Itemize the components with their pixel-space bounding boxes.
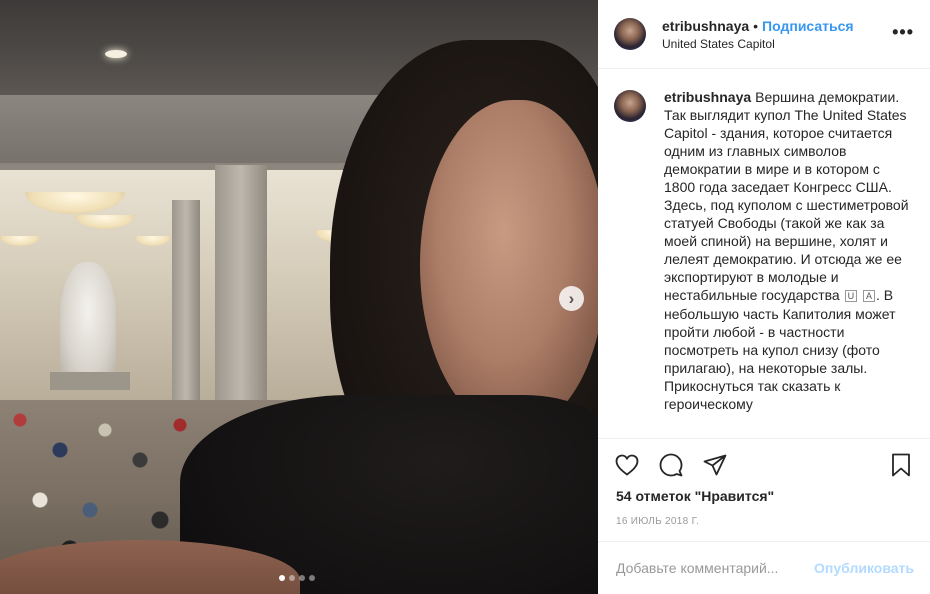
action-bar <box>598 438 930 490</box>
carousel-dot <box>289 575 295 581</box>
publish-button[interactable]: Опубликовать <box>814 560 914 576</box>
carousel-dot <box>279 575 285 581</box>
post-header: etribushnaya • Подписаться United States C… <box>598 0 930 69</box>
chevron-right-icon: › <box>568 289 575 308</box>
username-link[interactable]: etribushnaya <box>662 18 749 34</box>
photo-ceiling-light <box>105 50 127 58</box>
heart-icon <box>615 454 639 476</box>
caption-username[interactable]: etribushnaya <box>664 89 751 105</box>
likes-count[interactable]: 54 отметок "Нравится" <box>616 488 774 504</box>
post-photo[interactable]: › <box>0 0 598 594</box>
photo-face <box>420 100 598 430</box>
carousel-dot <box>309 575 315 581</box>
comment-form: Опубликовать <box>598 541 930 594</box>
caption-body: . В небольшую часть Капитолия может прой… <box>664 287 896 412</box>
next-photo-button[interactable]: › <box>559 286 584 311</box>
more-options-icon[interactable]: ••• <box>892 22 914 43</box>
post-side-panel: etribushnaya • Подписаться United States C… <box>598 0 930 594</box>
photo-pillar <box>215 165 267 425</box>
carousel-dots <box>279 575 315 581</box>
comment-input[interactable] <box>616 560 815 576</box>
share-button[interactable] <box>702 452 728 478</box>
follow-button[interactable]: Подписаться <box>762 18 854 34</box>
caption-body: Вершина демократии. Так выглядит купол T… <box>664 89 909 303</box>
caption-text: etribushnaya Вершина демократии. Так выгл… <box>664 88 914 413</box>
caption-row: etribushnaya Вершина демократии. Так выгл… <box>614 88 914 413</box>
header-text: etribushnaya • Подписаться United States C… <box>662 17 854 52</box>
like-button[interactable] <box>614 452 640 478</box>
bookmark-icon <box>892 453 910 476</box>
separator-dot: • <box>753 17 759 34</box>
save-button[interactable] <box>888 452 914 478</box>
post-date[interactable]: 16 июль 2018 г. <box>616 516 699 527</box>
carousel-dot <box>299 575 305 581</box>
photo-statue <box>60 262 116 382</box>
share-icon <box>703 454 727 475</box>
flag-letter: U <box>844 290 858 302</box>
flag-letter: A <box>862 290 875 302</box>
caption-area[interactable]: etribushnaya Вершина демократии. Так выгл… <box>598 70 930 438</box>
photo-pillar <box>172 200 200 400</box>
avatar[interactable] <box>614 18 646 50</box>
comment-icon <box>659 453 683 476</box>
avatar[interactable] <box>614 90 646 122</box>
comment-button[interactable] <box>658 452 684 478</box>
location-link[interactable]: United States Capitol <box>662 36 854 52</box>
